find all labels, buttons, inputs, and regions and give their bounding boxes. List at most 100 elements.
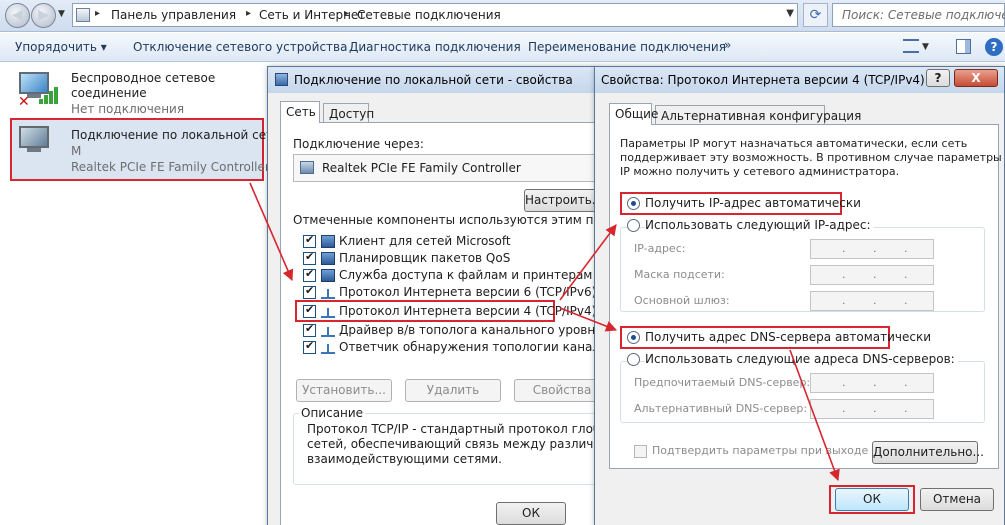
ip-address-label: IP-адрес: [634,242,686,255]
wireless-connection-item[interactable]: ✕ Беспроводное сетевое соединение Нет по… [10,68,265,118]
network-adapter-icon [275,73,288,86]
lan-properties-dialog: Подключение по локальной сети - свойства… [267,66,685,525]
component-checkbox[interactable] [303,267,316,282]
organize-label: Упорядочить [15,40,97,54]
more-commands-button[interactable]: » [724,38,731,52]
network-computer-icon [15,126,61,166]
lan-dialog-titlebar[interactable]: Подключение по локальной сети - свойства [268,67,596,93]
breadcrumb-control-panel[interactable]: Панель управления [111,8,236,22]
back-button[interactable]: ◀ [5,3,30,28]
component-checkbox[interactable] [303,250,316,265]
protocol-icon [321,305,335,318]
network-tab-panel: Подключение через: Realtek PCIe FE Famil… [280,122,685,525]
alternate-dns-label: Альтернативный DNS-сервер: [634,402,808,415]
breadcrumb-separator-icon[interactable]: ▸ [246,8,251,19]
lan-device: Realtek PCIe FE Family Controller [71,160,270,174]
view-options-icon[interactable] [903,39,919,53]
alternate-dns-field[interactable]: ... [810,399,934,419]
gateway-field[interactable]: ... [810,291,934,311]
control-panel-icon [76,8,90,22]
tab-general[interactable]: Общие [609,103,658,125]
gateway-label: Основной шлюз: [634,294,730,307]
adapter-icon [300,161,314,174]
command-bar: Упорядочить ▾ Отключение сетевого устрой… [0,33,1005,62]
validate-checkbox[interactable] [634,445,647,458]
lan-name: Подключение по локальной сети [71,128,281,142]
breadcrumb-separator-icon[interactable]: ▸ [95,8,100,19]
organize-button[interactable]: Упорядочить ▾ [15,40,107,54]
manual-dns-radio-label[interactable]: Использовать следующие адреса DNS-сервер… [645,352,958,366]
subnet-mask-label: Маска подсети: [634,268,725,281]
component-item-ipv4[interactable]: Протокол Интернета версии 4 (TCP/IPv4) [339,304,596,318]
address-box[interactable]: ▸ Панель управления ▸ Сеть и Интернет ▸ … [72,3,798,27]
search-placeholder: Поиск: Сетевые подключения [842,8,1005,22]
breadcrumb-separator-icon[interactable]: ▸ [344,8,349,19]
ipv4-cancel-button[interactable]: Отмена [920,488,994,511]
tab-alternate-config[interactable]: Альтернативная конфигурация [655,105,861,125]
component-item[interactable]: Служба доступа к файлам и принтерам сете… [339,268,601,282]
component-checkbox[interactable] [303,322,316,337]
ipv4-properties-dialog: Свойства: Протокол Интернета версии 4 (T… [594,66,1005,525]
remove-button[interactable]: Удалить [405,379,501,402]
auto-dns-radio[interactable] [627,331,640,344]
protocol-icon [321,324,335,337]
breadcrumb-network-internet[interactable]: Сеть и Интернет [259,8,365,22]
component-checkbox[interactable] [303,284,316,299]
component-checkbox[interactable] [303,233,316,248]
ipv4-dialog-titlebar[interactable]: Свойства: Протокол Интернета версии 4 (T… [595,67,1004,93]
ip-address-field[interactable]: ... [810,239,934,259]
network-service-icon [321,252,335,265]
disable-device-button[interactable]: Отключение сетевого устройства [133,40,347,54]
wireless-name-line2: соединение [71,86,147,100]
diagnose-button[interactable]: Диагностика подключения [349,40,521,54]
auto-dns-radio-label[interactable]: Получить адрес DNS-сервера автоматически [645,330,931,344]
ipv4-ok-button[interactable]: ОК [835,488,909,511]
wireless-status: Нет подключения [71,102,185,116]
address-dropdown-icon[interactable]: ▼ [786,8,794,19]
signal-bars-icon [39,86,61,104]
component-item[interactable]: Планировщик пакетов QoS [339,251,510,265]
preferred-dns-field[interactable]: ... [810,373,934,393]
description-line: взаимодействующими сетями. [307,452,502,466]
recent-pages-chevron-icon[interactable]: ▼ [58,9,65,19]
lan-connection-item[interactable]: Подключение по локальной сети M Realtek … [10,118,281,181]
component-checkbox[interactable] [303,339,316,354]
view-dropdown-icon[interactable]: ▼ [922,42,929,52]
manual-ip-radio[interactable] [627,219,640,232]
network-service-icon [321,269,335,282]
advanced-button[interactable]: Дополнительно... [872,441,984,464]
breadcrumb-network-connections[interactable]: Сетевые подключения [357,8,501,22]
tab-access[interactable]: Доступ [323,103,374,123]
subnet-mask-field[interactable]: ... [810,265,934,285]
intro-text-line: поддерживает эту возможность. В противно… [620,151,1002,164]
tab-network[interactable]: Сеть [280,101,320,123]
component-item[interactable]: Драйвер в/в тополога канального уровня [339,323,602,337]
preview-pane-icon[interactable] [956,39,971,54]
help-button[interactable]: ? [926,69,950,87]
install-button[interactable]: Установить... [296,379,392,402]
description-line: сетей, обеспечивающий связь между различ… [307,437,628,451]
manual-ip-radio-label[interactable]: Использовать следующий IP-адрес: [645,218,874,232]
help-icon[interactable]: ? [985,38,1003,56]
component-item[interactable]: Ответчик обнаружения топологии канальног… [339,340,601,354]
component-checkbox[interactable] [303,303,316,318]
connect-via-label: Подключение через: [293,137,424,151]
protocol-icon [321,341,335,354]
lan-dialog-title: Подключение по локальной сети - свойства [294,73,573,87]
configure-button[interactable]: Настроить... [524,189,604,212]
general-tab-panel: Параметры IP могут назначаться автоматич… [609,124,1002,469]
component-item[interactable]: Протокол Интернета версии 6 (TCP/IPv6) [339,285,596,299]
auto-ip-radio-label[interactable]: Получить IP-адрес автоматически [645,196,861,210]
components-list[interactable]: Клиент для сетей Microsoft Планировщик п… [293,230,603,380]
forward-button[interactable]: ▶ [31,3,56,28]
component-item[interactable]: Клиент для сетей Microsoft [339,234,511,248]
description-label: Описание [299,406,366,420]
auto-ip-radio[interactable] [627,197,640,210]
close-button[interactable]: X [954,69,998,87]
refresh-button[interactable]: ⟳ [803,3,828,27]
manual-dns-radio[interactable] [627,353,640,366]
protocol-icon [321,286,335,299]
rename-button[interactable]: Переименование подключения [528,40,726,54]
search-input[interactable]: Поиск: Сетевые подключения [832,3,1005,27]
lan-ok-button[interactable]: ОК [496,502,566,525]
